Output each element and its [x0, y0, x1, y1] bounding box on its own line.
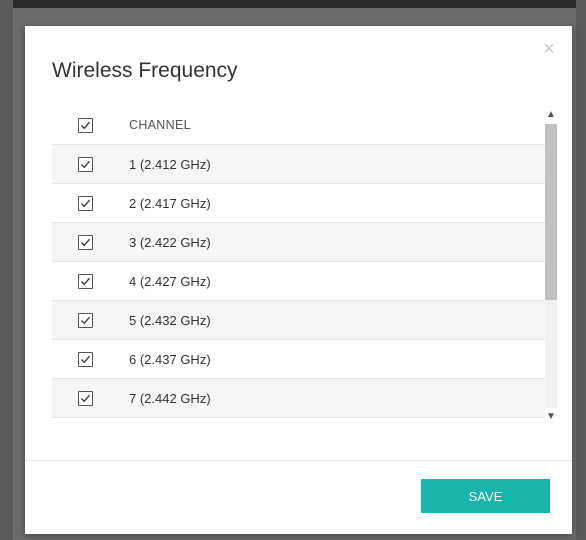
- channel-row[interactable]: 8 (2.447 GHz): [52, 418, 545, 426]
- channel-label: 2 (2.417 GHz): [129, 195, 211, 211]
- channel-rows: CHANNEL 1 (2.412 GHz) 2 (2.417 GHz) 3 (2.4…: [52, 106, 545, 426]
- save-button[interactable]: SAVE: [421, 479, 550, 513]
- backdrop-top: [0, 0, 586, 8]
- checkbox-checked-icon: [81, 355, 90, 363]
- checkbox-checked-icon: [81, 394, 90, 402]
- channel-checkbox[interactable]: [78, 156, 93, 172]
- channel-row[interactable]: 1 (2.412 GHz): [52, 145, 545, 184]
- channel-checkbox[interactable]: [78, 234, 93, 250]
- checkbox-checked-icon: [81, 199, 90, 207]
- backdrop-right: [576, 0, 586, 540]
- channel-label: 5 (2.432 GHz): [129, 312, 211, 328]
- dialog-title: Wireless Frequency: [52, 59, 238, 82]
- channel-checkbox[interactable]: [78, 195, 93, 211]
- select-all-checkbox[interactable]: [78, 117, 93, 133]
- list-scrollbar[interactable]: ▲ ▼: [545, 106, 557, 426]
- close-icon[interactable]: ×: [540, 39, 558, 59]
- chevron-up-icon[interactable]: ▲: [545, 108, 557, 122]
- channel-row[interactable]: 4 (2.427 GHz): [52, 262, 545, 301]
- channel-checkbox[interactable]: [78, 273, 93, 289]
- channel-column-header: CHANNEL: [129, 118, 191, 132]
- channel-checkbox[interactable]: [78, 390, 93, 406]
- channel-row[interactable]: 2 (2.417 GHz): [52, 184, 545, 223]
- scrollbar-thumb[interactable]: [545, 124, 557, 300]
- channel-label: 7 (2.442 GHz): [129, 390, 211, 406]
- channel-checkbox[interactable]: [78, 312, 93, 328]
- channel-header-row: CHANNEL: [52, 106, 545, 145]
- channel-row[interactable]: 7 (2.442 GHz): [52, 379, 545, 418]
- channel-label: 3 (2.422 GHz): [129, 234, 211, 250]
- checkbox-checked-icon: [81, 238, 90, 246]
- wireless-frequency-dialog: × Wireless Frequency CHANNEL 1 (2.412 GH…: [25, 26, 572, 534]
- channel-list: CHANNEL 1 (2.412 GHz) 2 (2.417 GHz) 3 (2.4…: [52, 106, 545, 426]
- checkbox-checked-icon: [81, 160, 90, 168]
- channel-checkbox[interactable]: [78, 351, 93, 367]
- checkbox-checked-icon: [81, 121, 90, 129]
- backdrop-left: [0, 0, 13, 540]
- checkbox-checked-icon: [81, 316, 90, 324]
- channel-row[interactable]: 6 (2.437 GHz): [52, 340, 545, 379]
- channel-row[interactable]: 3 (2.422 GHz): [52, 223, 545, 262]
- footer-divider: [25, 460, 572, 461]
- scrollbar-track[interactable]: [545, 124, 557, 408]
- channel-row[interactable]: 5 (2.432 GHz): [52, 301, 545, 340]
- checkbox-checked-icon: [81, 277, 90, 285]
- channel-label: 6 (2.437 GHz): [129, 351, 211, 367]
- chevron-down-icon[interactable]: ▼: [545, 410, 557, 424]
- channel-label: 1 (2.412 GHz): [129, 156, 211, 172]
- channel-label: 4 (2.427 GHz): [129, 273, 211, 289]
